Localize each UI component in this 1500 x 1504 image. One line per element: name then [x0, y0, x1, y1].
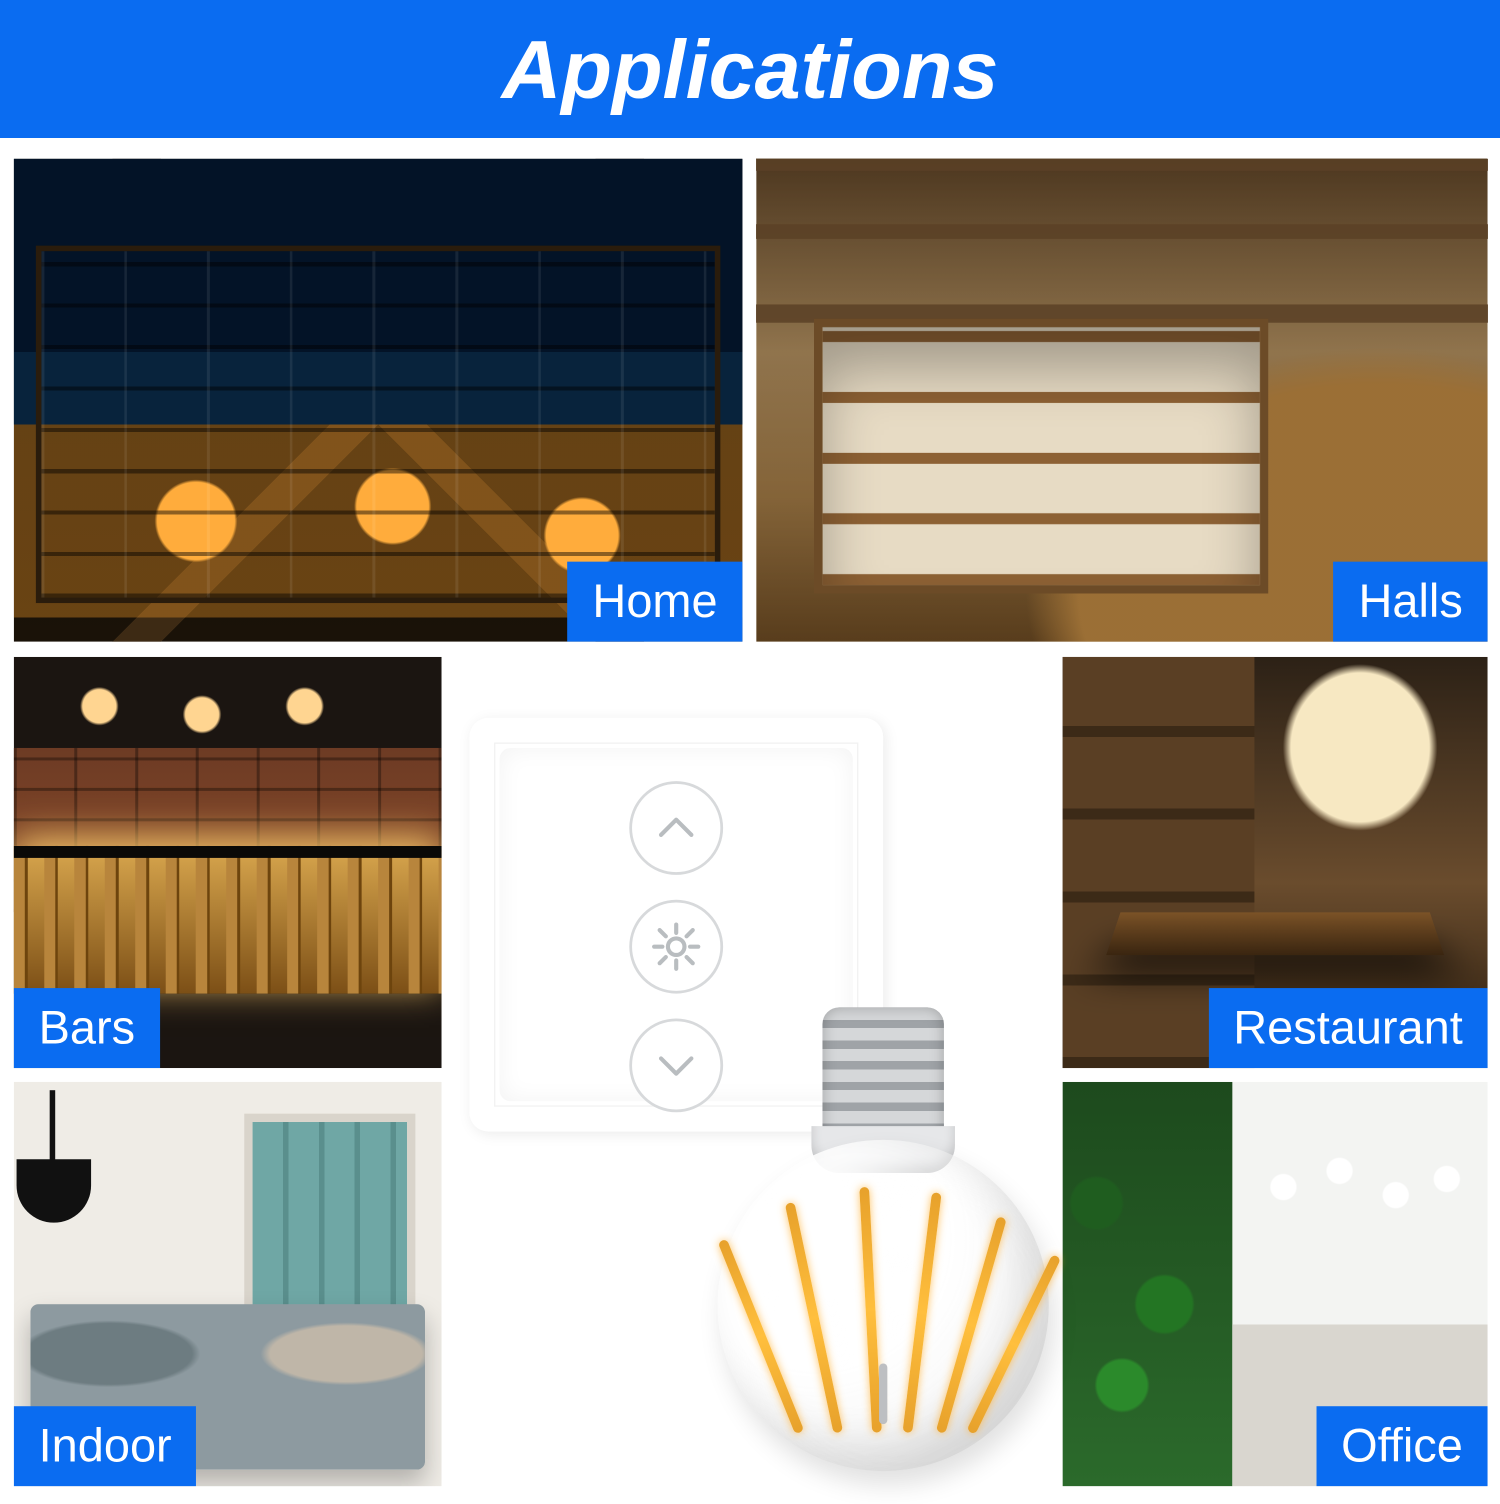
label-office: Office — [1316, 1406, 1487, 1486]
label-restaurant: Restaurant — [1208, 988, 1487, 1068]
tile-restaurant: Restaurant — [1063, 657, 1488, 1068]
label-halls: Halls — [1334, 562, 1488, 642]
sun-icon — [651, 922, 701, 972]
light-bulb — [704, 1007, 1063, 1504]
product-center — [455, 662, 1048, 1490]
tile-home: Home — [14, 159, 743, 642]
tile-bars: Bars — [14, 657, 442, 1068]
brightness-up-button[interactable] — [629, 781, 723, 875]
chevron-up-icon — [651, 803, 701, 853]
tile-office: Office — [1063, 1082, 1488, 1486]
tile-halls: Halls — [756, 159, 1487, 642]
header-title: Applications — [502, 21, 999, 116]
label-indoor: Indoor — [14, 1406, 197, 1486]
light-toggle-button[interactable] — [629, 900, 723, 994]
chevron-down-icon — [651, 1041, 701, 1091]
label-home: Home — [568, 562, 743, 642]
applications-grid: Home Halls Bars Restaurant Indoor Office — [0, 138, 1500, 1500]
label-bars: Bars — [14, 988, 160, 1068]
bulb-screw-icon — [822, 1007, 943, 1139]
lamp-icon — [14, 1090, 119, 1283]
tile-indoor: Indoor — [14, 1082, 442, 1486]
header-bar: Applications — [0, 0, 1500, 138]
bulb-filaments-icon — [759, 1173, 1007, 1449]
